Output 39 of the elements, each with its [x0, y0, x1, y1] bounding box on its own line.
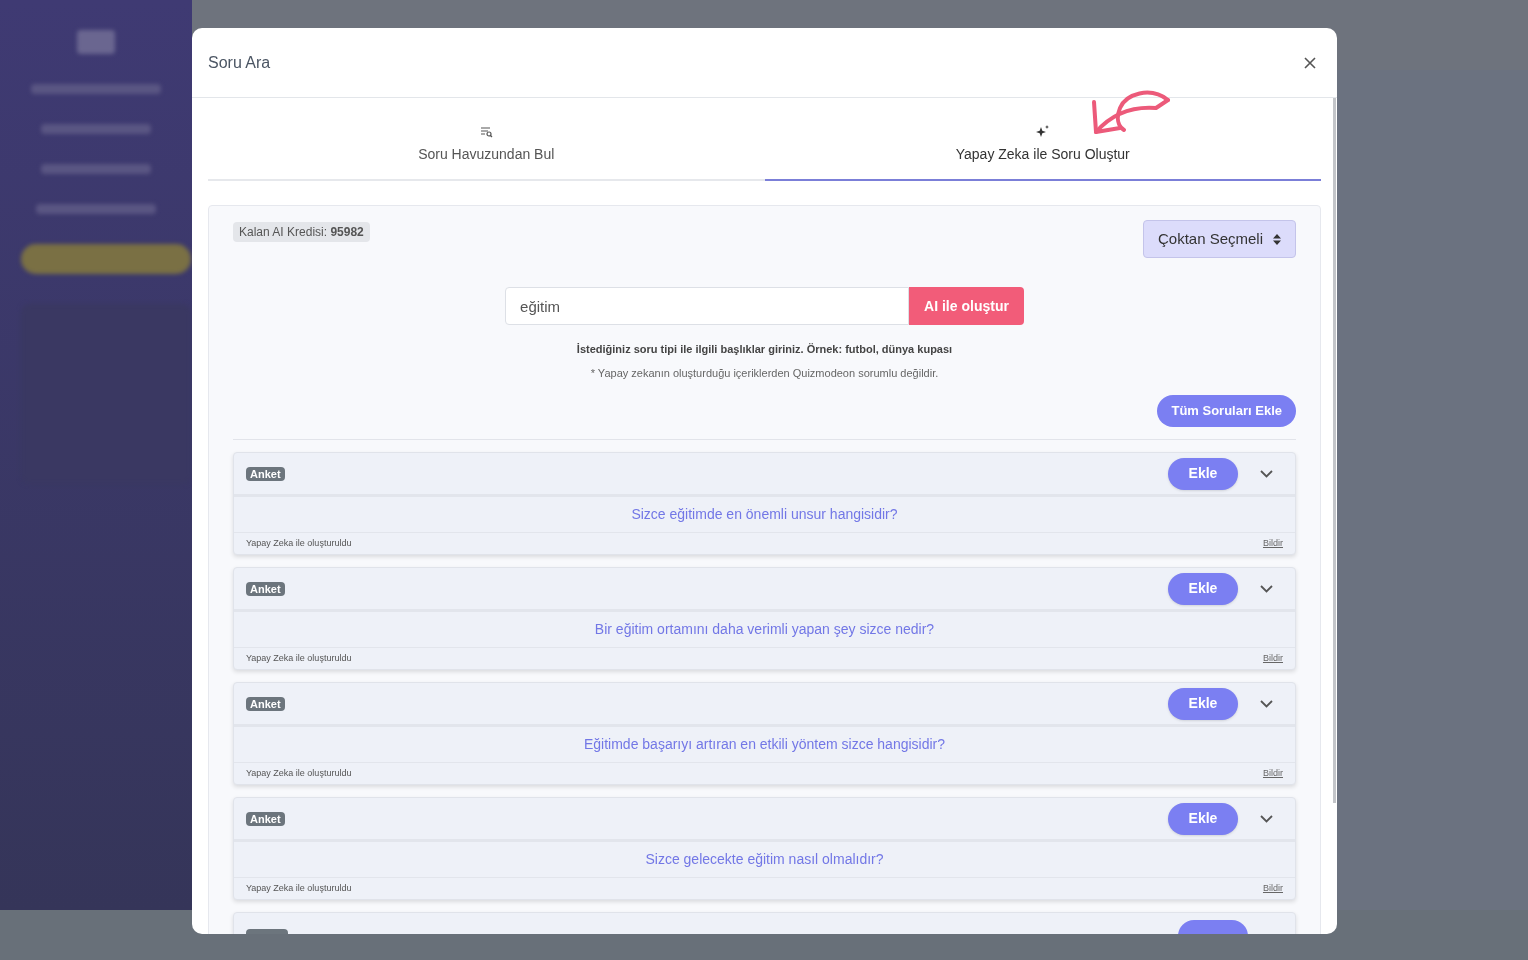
scrollbar[interactable]: [1333, 98, 1336, 803]
type-badge: Anket: [246, 696, 285, 711]
disclaimer-text: * Yapay zekanın oluşturduğu içeriklerden Quizmodeon sorumlu değildir.: [589, 365, 940, 381]
source-label: Yapay Zeka ile oluşturuldu: [246, 881, 352, 895]
report-link[interactable]: Bildir: [1263, 651, 1283, 666]
source-label: Yapay Zeka ile oluşturuldu: [246, 766, 352, 780]
list-search-icon: [479, 126, 493, 138]
question-text: Eğitimde başarıyı artıran en etkili yöntem sizce hangisidir?: [583, 735, 946, 754]
add-button[interactable]: Ekle: [1168, 687, 1238, 720]
question-text: Bir eğitim ortamını daha verimli yapan şey sizce nedir?: [594, 620, 935, 639]
tab[interactable]: Yapay Zeka ile Soru Oluştur: [764, 98, 1321, 181]
generate-button[interactable]: AI ile oluştur: [909, 287, 1024, 325]
hint-text: İstediğiniz soru tipi ile ilgili başlıklar giriniz. Örnek: futbol, dünya kupası: [575, 342, 954, 357]
chevron-down-icon[interactable]: [1260, 814, 1273, 823]
question-text: Sizce gelecekte eğitim nasıl olmalıdır?: [645, 850, 884, 869]
chevron-down-icon[interactable]: [1260, 469, 1273, 478]
chevron-down-icon[interactable]: [1260, 584, 1273, 593]
modal-title: Soru Ara: [208, 52, 271, 73]
add-button[interactable]: Ekle: [1168, 572, 1238, 605]
type-badge: Anket: [246, 581, 285, 596]
report-link[interactable]: Bildir: [1263, 536, 1283, 551]
credit-badge: Kalan AI Kredisi: 95982: [233, 222, 370, 242]
add-all-button[interactable]: Tüm Soruları Ekle: [1157, 395, 1296, 427]
report-link[interactable]: Bildir: [1263, 766, 1283, 781]
sparkle-icon: [1035, 125, 1050, 138]
source-label: Yapay Zeka ile oluşturuldu: [246, 651, 352, 665]
tab[interactable]: Soru Havuzundan Bul: [208, 98, 765, 181]
add-button[interactable]: Ekle: [1168, 457, 1238, 490]
type-badge: Anket: [246, 466, 285, 481]
question-text: Sizce eğitimde en önemli unsur hangisidir?: [631, 505, 898, 524]
question-type-select[interactable]: Çoktan Seçmeli: [1142, 220, 1296, 258]
sort-caret-icon: [1273, 233, 1281, 245]
topic-input-field[interactable]: eğitim: [505, 287, 910, 325]
source-label: Yapay Zeka ile oluşturuldu: [246, 536, 352, 550]
chevron-down-icon[interactable]: [1260, 699, 1273, 708]
close-icon: [1304, 56, 1316, 69]
type-badge: Anket: [246, 811, 285, 826]
add-button[interactable]: Ekle: [1168, 802, 1238, 835]
report-link[interactable]: Bildir: [1263, 881, 1283, 896]
